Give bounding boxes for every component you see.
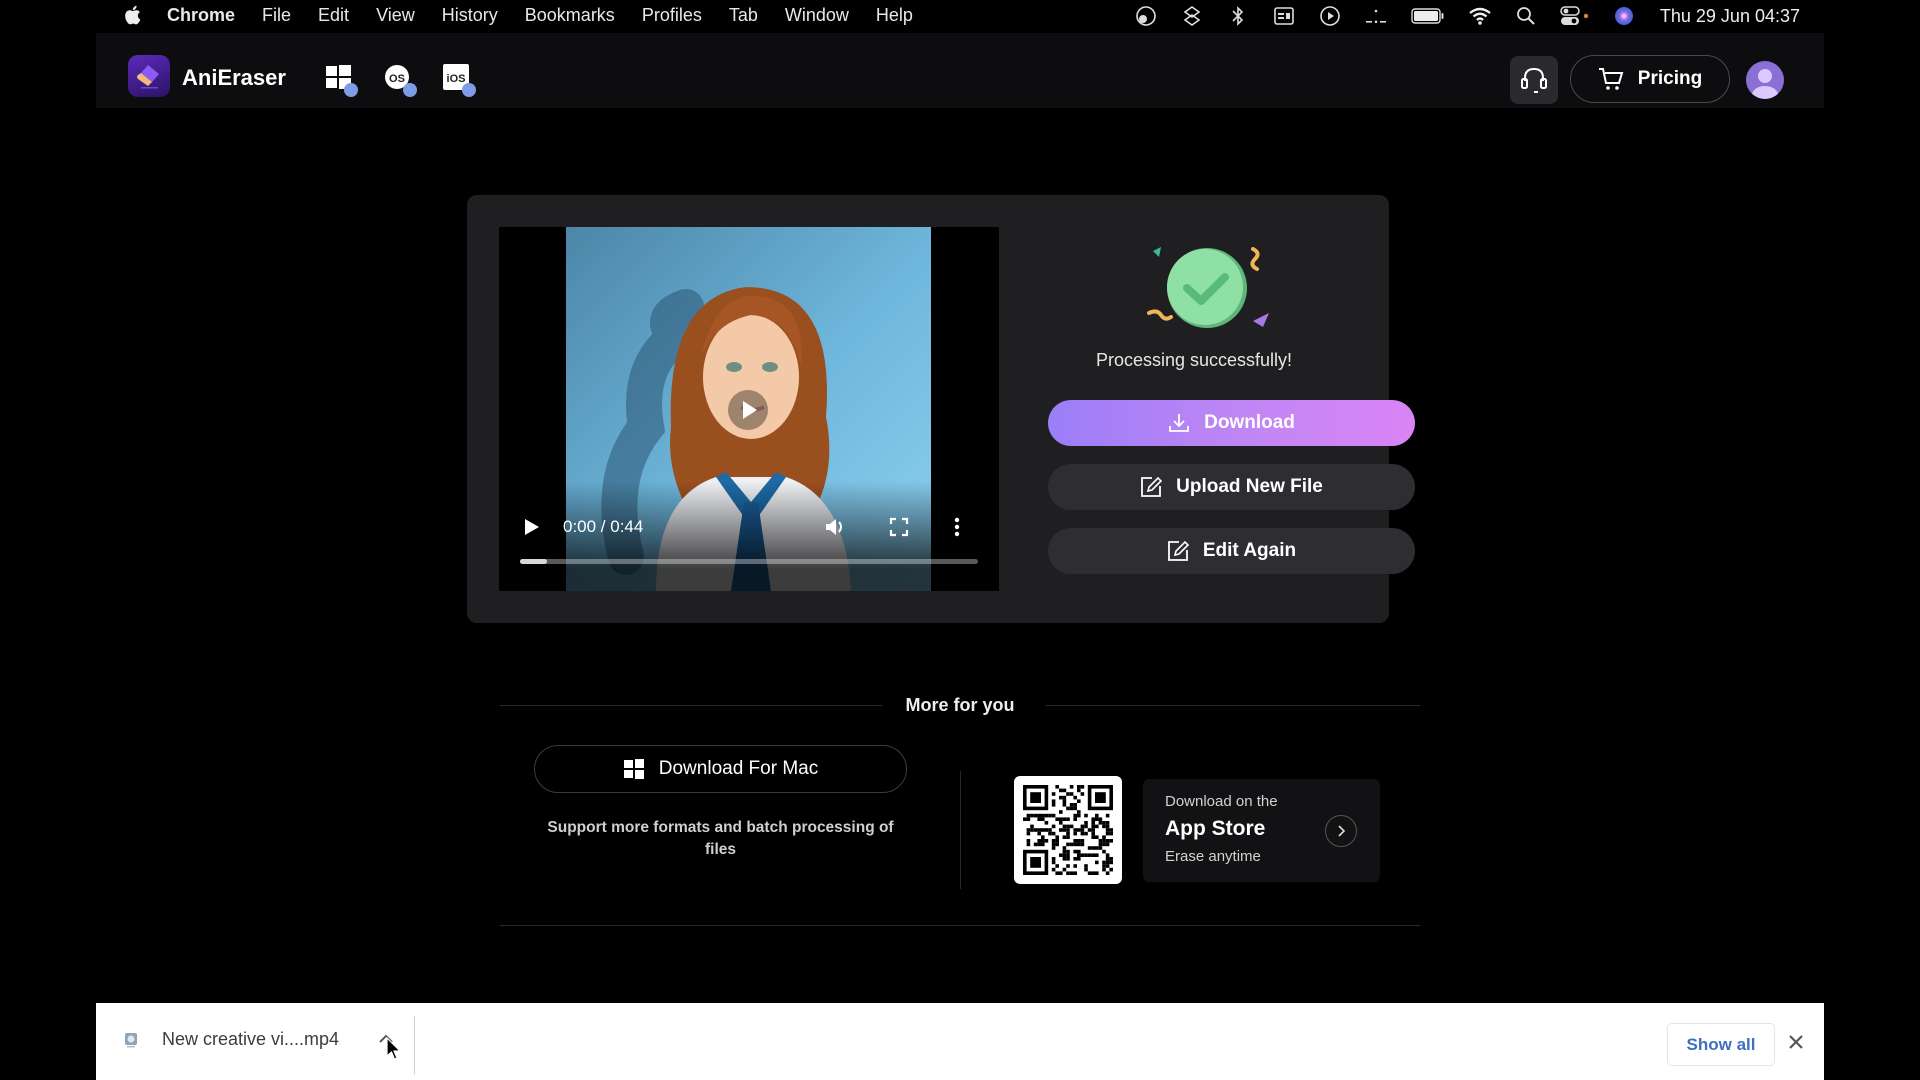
video-player[interactable]: 0:00 / 0:44 — [499, 227, 999, 591]
user-avatar[interactable] — [1746, 61, 1784, 99]
macos-menu-bar: Chrome File Edit View History Bookmarks … — [0, 0, 1920, 31]
menu-bar-clock[interactable]: Thu 29 Jun 04:37 — [1660, 6, 1800, 27]
svg-text:OS: OS — [389, 73, 405, 85]
play-icon[interactable] — [523, 517, 541, 537]
bluetooth-icon[interactable] — [1226, 5, 1250, 27]
menu-profiles[interactable]: Profiles — [642, 5, 702, 26]
support-button[interactable] — [1510, 56, 1558, 104]
video-progress-bar[interactable] — [520, 559, 978, 564]
download-for-mac-description: Support more formats and batch processin… — [547, 819, 894, 858]
video-time: 0:00 / 0:44 — [563, 517, 644, 536]
download-badge-icon — [344, 83, 358, 97]
user-icon — [1752, 69, 1778, 99]
more-for-you-header: More for you — [500, 691, 1420, 721]
apple-logo-icon[interactable] — [122, 4, 142, 26]
browser-window: AniEraser OS iOS Pricing 0:00 / 0:44 Pro… — [96, 31, 1824, 1080]
download-for-mac-button[interactable]: Download For Mac — [534, 745, 907, 793]
macos-download-button[interactable]: OS — [383, 63, 417, 97]
download-shelf: New creative vi....mp4 Show all — [96, 1003, 1824, 1080]
menu-view[interactable]: View — [376, 5, 415, 26]
spotlight-search-icon[interactable] — [1514, 5, 1538, 27]
play-circle-icon[interactable] — [1318, 5, 1342, 27]
result-card: 0:00 / 0:44 Processing successfully! Dow… — [467, 195, 1415, 623]
app-store-line1: Download on the — [1165, 793, 1278, 810]
vertical-divider — [960, 771, 961, 889]
app-header: AniEraser OS iOS Pricing — [96, 33, 1824, 108]
video-progress-fill — [520, 559, 548, 564]
qr-code-icon — [1023, 785, 1113, 875]
cloud-sync-icon[interactable] — [1134, 5, 1158, 27]
siri-icon[interactable] — [1612, 5, 1636, 27]
app-store-line3: Erase anytime — [1165, 848, 1261, 865]
show-all-button[interactable]: Show all — [1667, 1023, 1775, 1066]
divider — [414, 1016, 415, 1074]
divider — [1046, 705, 1420, 706]
menu-history[interactable]: History — [442, 5, 498, 26]
pricing-label: Pricing — [1637, 68, 1703, 89]
download-badge-icon — [462, 83, 476, 97]
download-icon — [1169, 414, 1190, 432]
edit-again-button[interactable]: Edit Again — [1048, 528, 1415, 574]
app-store-link[interactable]: Download on the App Store Erase anytime — [1143, 779, 1380, 882]
video-file-icon — [125, 1033, 137, 1048]
calendar-icon[interactable] — [1272, 5, 1296, 27]
ios-download-button[interactable]: iOS — [442, 63, 476, 97]
success-check-icon — [1147, 247, 1269, 328]
svg-text:iOS: iOS — [447, 73, 466, 85]
download-button[interactable]: Download — [1048, 400, 1415, 446]
menu-bookmarks[interactable]: Bookmarks — [525, 5, 615, 26]
status-menu-extras: Thu 29 Jun 04:37 — [1112, 4, 1800, 28]
app-menus: Chrome File Edit View History Bookmarks … — [167, 5, 940, 26]
app-store-qr-code — [1014, 776, 1122, 884]
wifi-icon[interactable] — [1468, 5, 1492, 27]
dots-icon[interactable] — [1364, 5, 1388, 27]
dropbox-icon[interactable] — [1180, 5, 1204, 27]
menu-file[interactable]: File — [262, 5, 291, 26]
menu-help[interactable]: Help — [876, 5, 913, 26]
download-for-mac-label: Download For Mac — [658, 758, 819, 779]
pricing-button[interactable]: Pricing — [1570, 55, 1730, 103]
mouse-cursor-icon — [386, 1037, 402, 1060]
windows-icon — [623, 759, 644, 779]
cart-icon — [1598, 68, 1624, 90]
upload-new-file-button[interactable]: Upload New File — [1048, 464, 1415, 510]
menu-window[interactable]: Window — [785, 5, 849, 26]
edit-icon — [1167, 540, 1189, 561]
center-play-icon[interactable] — [728, 390, 768, 430]
eraser-icon — [137, 65, 159, 89]
menu-tab[interactable]: Tab — [729, 5, 758, 26]
headset-icon — [1521, 67, 1547, 93]
menu-edit[interactable]: Edit — [318, 5, 349, 26]
close-icon[interactable] — [1786, 1032, 1806, 1052]
volume-icon[interactable] — [824, 517, 846, 537]
menu-app-name[interactable]: Chrome — [167, 5, 235, 26]
downloaded-file-name[interactable]: New creative vi....mp4 — [162, 1029, 339, 1050]
aniEraser-logo[interactable] — [128, 55, 170, 97]
fullscreen-icon[interactable] — [889, 517, 909, 537]
chevron-right-icon — [1338, 825, 1346, 837]
app-brand-name: AniEraser — [182, 65, 286, 90]
edit-label: Edit Again — [1202, 540, 1297, 561]
download-badge-icon — [403, 83, 417, 97]
download-label: Download — [1204, 412, 1295, 433]
upload-label: Upload New File — [1176, 476, 1323, 497]
divider — [500, 925, 1420, 926]
windows-download-button[interactable] — [324, 63, 358, 97]
app-store-arrow-button[interactable] — [1325, 815, 1357, 847]
control-center-icon[interactable] — [1560, 5, 1590, 27]
app-store-line2: App Store — [1165, 817, 1266, 840]
more-options-icon[interactable] — [953, 517, 961, 537]
processing-status-text: Processing successfully! — [1095, 350, 1293, 370]
edit-icon — [1141, 476, 1163, 497]
battery-icon[interactable] — [1410, 5, 1446, 27]
